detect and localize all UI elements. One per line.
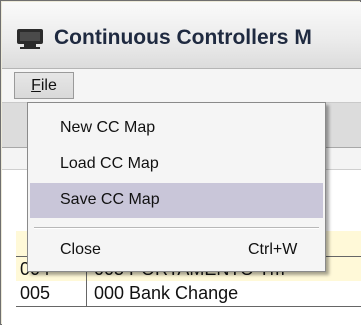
application-window: Continuous Controllers M File 004 005 PO…: [0, 0, 361, 325]
title-bar[interactable]: Continuous Controllers M: [2, 2, 361, 69]
window-title: Continuous Controllers M: [54, 26, 312, 49]
menu-separator: [34, 227, 319, 229]
menu-item-save-cc-map[interactable]: Save CC Map: [30, 183, 323, 218]
menu-item-close[interactable]: Close Ctrl+W: [30, 233, 323, 268]
file-menu-mnemonic: F: [31, 76, 41, 94]
file-dropdown-menu: New CC Map Load CC Map Save CC Map Close…: [27, 102, 326, 272]
column-separator: [86, 281, 87, 306]
menu-item-new-cc-map[interactable]: New CC Map: [30, 111, 323, 146]
file-menu-label: ile: [40, 76, 57, 94]
row-number: 005: [20, 283, 51, 303]
table-row[interactable]: 005 000 Bank Change: [16, 281, 361, 307]
menu-item-load-cc-map[interactable]: Load CC Map: [30, 147, 323, 182]
monitor-icon: [17, 29, 43, 49]
menu-bar: File: [2, 69, 361, 103]
file-menu[interactable]: File: [14, 72, 74, 99]
row-controller-name: 000 Bank Change: [94, 283, 239, 303]
close-shortcut: Ctrl+W: [248, 241, 298, 258]
